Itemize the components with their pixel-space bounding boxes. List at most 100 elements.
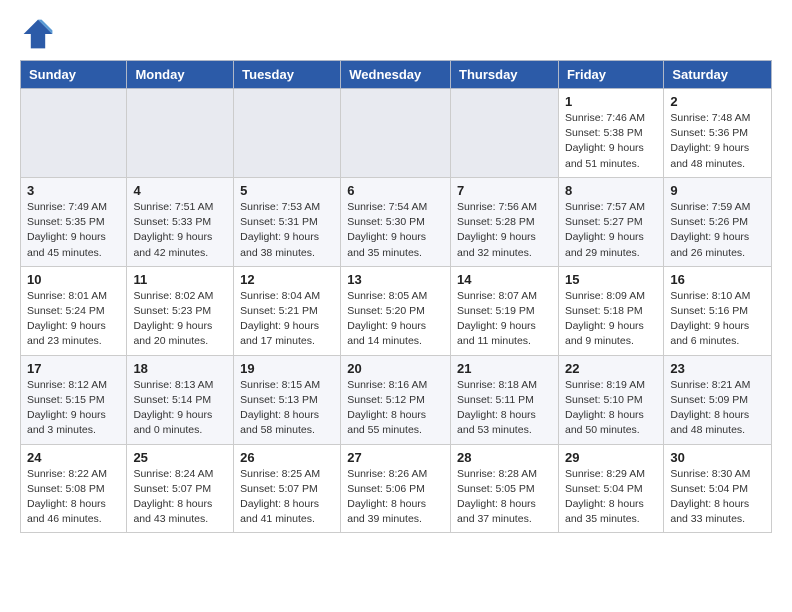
calendar-cell: 30 Sunrise: 8:30 AMSunset: 5:04 PMDayligh… xyxy=(664,444,772,533)
day-number: 19 xyxy=(240,361,334,376)
calendar-cell: 9 Sunrise: 7:59 AMSunset: 5:26 PMDaylight… xyxy=(664,177,772,266)
day-detail: Sunrise: 8:07 AMSunset: 5:19 PMDaylight:… xyxy=(457,289,552,350)
day-detail: Sunrise: 7:56 AMSunset: 5:28 PMDaylight:… xyxy=(457,200,552,261)
day-detail: Sunrise: 7:57 AMSunset: 5:27 PMDaylight:… xyxy=(565,200,657,261)
day-number: 15 xyxy=(565,272,657,287)
day-detail: Sunrise: 8:29 AMSunset: 5:04 PMDaylight:… xyxy=(565,467,657,528)
weekday-header: Wednesday xyxy=(341,61,451,89)
weekday-header: Saturday xyxy=(664,61,772,89)
calendar-cell: 8Sunrise: 7:57 AMSunset: 5:27 PMDaylight… xyxy=(558,177,663,266)
day-number: 6 xyxy=(347,183,444,198)
calendar-cell: 12Sunrise: 8:04 AMSunset: 5:21 PMDayligh… xyxy=(234,266,341,355)
calendar-cell xyxy=(451,89,559,178)
calendar-cell: 1 Sunrise: 7:46 AMSunset: 5:38 PMDaylight… xyxy=(558,89,663,178)
day-number: 26 xyxy=(240,450,334,465)
calendar-cell: 10Sunrise: 8:01 AMSunset: 5:24 PMDayligh… xyxy=(21,266,127,355)
calendar-cell: 2Sunrise: 7:48 AMSunset: 5:36 PMDaylight… xyxy=(664,89,772,178)
calendar-cell xyxy=(21,89,127,178)
day-detail: Sunrise: 8:18 AMSunset: 5:11 PMDaylight:… xyxy=(457,378,552,439)
calendar-cell: 14 Sunrise: 8:07 AMSunset: 5:19 PMDayligh… xyxy=(451,266,559,355)
calendar-cell: 22Sunrise: 8:19 AMSunset: 5:10 PMDayligh… xyxy=(558,355,663,444)
calendar-week-row: 3 Sunrise: 7:49 AMSunset: 5:35 PMDaylight… xyxy=(21,177,772,266)
day-number: 28 xyxy=(457,450,552,465)
calendar-cell: 15Sunrise: 8:09 AMSunset: 5:18 PMDayligh… xyxy=(558,266,663,355)
calendar-cell: 13 Sunrise: 8:05 AMSunset: 5:20 PMDayligh… xyxy=(341,266,451,355)
day-detail: Sunrise: 8:12 AMSunset: 5:15 PMDaylight:… xyxy=(27,378,120,439)
day-number: 22 xyxy=(565,361,657,376)
header xyxy=(20,16,772,52)
logo-icon xyxy=(20,16,56,52)
calendar-cell xyxy=(341,89,451,178)
day-detail: Sunrise: 7:48 AMSunset: 5:36 PMDaylight:… xyxy=(670,111,765,172)
weekday-header: Thursday xyxy=(451,61,559,89)
calendar-week-row: 10Sunrise: 8:01 AMSunset: 5:24 PMDayligh… xyxy=(21,266,772,355)
day-detail: Sunrise: 7:46 AMSunset: 5:38 PMDaylight:… xyxy=(565,111,657,172)
day-detail: Sunrise: 8:04 AMSunset: 5:21 PMDaylight:… xyxy=(240,289,334,350)
day-number: 14 xyxy=(457,272,552,287)
day-detail: Sunrise: 8:16 AMSunset: 5:12 PMDaylight:… xyxy=(347,378,444,439)
day-detail: Sunrise: 7:54 AMSunset: 5:30 PMDaylight:… xyxy=(347,200,444,261)
day-detail: Sunrise: 8:25 AMSunset: 5:07 PMDaylight:… xyxy=(240,467,334,528)
day-number: 3 xyxy=(27,183,120,198)
calendar-cell: 25 Sunrise: 8:24 AMSunset: 5:07 PMDayligh… xyxy=(127,444,234,533)
day-detail: Sunrise: 8:28 AMSunset: 5:05 PMDaylight:… xyxy=(457,467,552,528)
day-detail: Sunrise: 7:51 AMSunset: 5:33 PMDaylight:… xyxy=(133,200,227,261)
page-container: SundayMondayTuesdayWednesdayThursdayFrid… xyxy=(0,0,792,549)
day-detail: Sunrise: 7:53 AMSunset: 5:31 PMDaylight:… xyxy=(240,200,334,261)
weekday-header: Sunday xyxy=(21,61,127,89)
calendar-cell: 7 Sunrise: 7:56 AMSunset: 5:28 PMDaylight… xyxy=(451,177,559,266)
day-number: 24 xyxy=(27,450,120,465)
calendar-cell xyxy=(127,89,234,178)
calendar-cell: 11 Sunrise: 8:02 AMSunset: 5:23 PMDayligh… xyxy=(127,266,234,355)
day-number: 20 xyxy=(347,361,444,376)
calendar-cell: 28 Sunrise: 8:28 AMSunset: 5:05 PMDayligh… xyxy=(451,444,559,533)
calendar-cell: 20 Sunrise: 8:16 AMSunset: 5:12 PMDayligh… xyxy=(341,355,451,444)
day-detail: Sunrise: 7:49 AMSunset: 5:35 PMDaylight:… xyxy=(27,200,120,261)
day-number: 21 xyxy=(457,361,552,376)
day-number: 29 xyxy=(565,450,657,465)
day-number: 18 xyxy=(133,361,227,376)
day-detail: Sunrise: 8:15 AMSunset: 5:13 PMDaylight:… xyxy=(240,378,334,439)
weekday-header: Monday xyxy=(127,61,234,89)
weekday-header: Friday xyxy=(558,61,663,89)
calendar-table: SundayMondayTuesdayWednesdayThursdayFrid… xyxy=(20,60,772,533)
day-number: 11 xyxy=(133,272,227,287)
day-number: 4 xyxy=(133,183,227,198)
day-detail: Sunrise: 8:10 AMSunset: 5:16 PMDaylight:… xyxy=(670,289,765,350)
day-detail: Sunrise: 8:01 AMSunset: 5:24 PMDaylight:… xyxy=(27,289,120,350)
day-detail: Sunrise: 8:05 AMSunset: 5:20 PMDaylight:… xyxy=(347,289,444,350)
day-number: 13 xyxy=(347,272,444,287)
calendar-cell: 23 Sunrise: 8:21 AMSunset: 5:09 PMDayligh… xyxy=(664,355,772,444)
day-number: 27 xyxy=(347,450,444,465)
calendar-cell: 4 Sunrise: 7:51 AMSunset: 5:33 PMDaylight… xyxy=(127,177,234,266)
day-detail: Sunrise: 8:24 AMSunset: 5:07 PMDaylight:… xyxy=(133,467,227,528)
calendar-cell: 17Sunrise: 8:12 AMSunset: 5:15 PMDayligh… xyxy=(21,355,127,444)
day-number: 23 xyxy=(670,361,765,376)
calendar-cell: 19 Sunrise: 8:15 AMSunset: 5:13 PMDayligh… xyxy=(234,355,341,444)
calendar-week-row: 1 Sunrise: 7:46 AMSunset: 5:38 PMDaylight… xyxy=(21,89,772,178)
day-detail: Sunrise: 8:13 AMSunset: 5:14 PMDaylight:… xyxy=(133,378,227,439)
logo xyxy=(20,16,60,52)
weekday-header: Tuesday xyxy=(234,61,341,89)
day-number: 7 xyxy=(457,183,552,198)
calendar-cell: 26 Sunrise: 8:25 AMSunset: 5:07 PMDayligh… xyxy=(234,444,341,533)
calendar-header-row: SundayMondayTuesdayWednesdayThursdayFrid… xyxy=(21,61,772,89)
day-number: 25 xyxy=(133,450,227,465)
day-number: 30 xyxy=(670,450,765,465)
calendar-week-row: 17Sunrise: 8:12 AMSunset: 5:15 PMDayligh… xyxy=(21,355,772,444)
day-detail: Sunrise: 8:02 AMSunset: 5:23 PMDaylight:… xyxy=(133,289,227,350)
calendar-cell: 6 Sunrise: 7:54 AMSunset: 5:30 PMDaylight… xyxy=(341,177,451,266)
calendar-cell: 27 Sunrise: 8:26 AMSunset: 5:06 PMDayligh… xyxy=(341,444,451,533)
day-detail: Sunrise: 8:22 AMSunset: 5:08 PMDaylight:… xyxy=(27,467,120,528)
calendar-cell: 24 Sunrise: 8:22 AMSunset: 5:08 PMDayligh… xyxy=(21,444,127,533)
day-detail: Sunrise: 8:30 AMSunset: 5:04 PMDaylight:… xyxy=(670,467,765,528)
day-detail: Sunrise: 7:59 AMSunset: 5:26 PMDaylight:… xyxy=(670,200,765,261)
day-detail: Sunrise: 8:21 AMSunset: 5:09 PMDaylight:… xyxy=(670,378,765,439)
calendar-cell: 5Sunrise: 7:53 AMSunset: 5:31 PMDaylight… xyxy=(234,177,341,266)
calendar-cell: 3 Sunrise: 7:49 AMSunset: 5:35 PMDaylight… xyxy=(21,177,127,266)
day-number: 9 xyxy=(670,183,765,198)
calendar-cell xyxy=(234,89,341,178)
day-number: 16 xyxy=(670,272,765,287)
day-detail: Sunrise: 8:26 AMSunset: 5:06 PMDaylight:… xyxy=(347,467,444,528)
day-number: 1 xyxy=(565,94,657,109)
